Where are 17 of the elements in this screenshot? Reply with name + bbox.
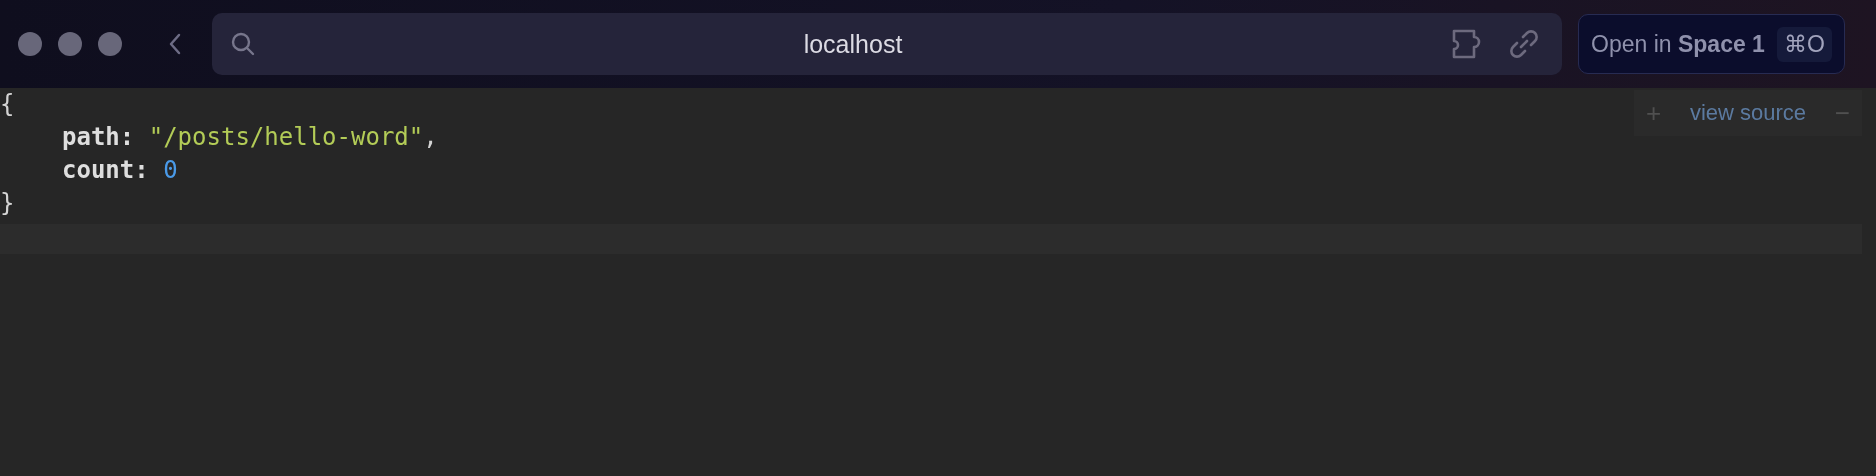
code-line: count: 0 [61, 155, 178, 186]
code-line: path: "/posts/hello-word", [61, 122, 438, 153]
back-icon[interactable] [168, 32, 182, 56]
open-in-space-button[interactable]: Open in Space 1 ⌘O [1578, 14, 1845, 74]
address-text: localhost [802, 29, 904, 59]
link-icon[interactable] [1508, 28, 1540, 60]
address-bar[interactable]: localhost [212, 13, 1562, 75]
code-line: } [0, 188, 15, 219]
search-icon [230, 31, 256, 57]
view-source-link[interactable]: view source [1689, 100, 1807, 126]
window-control-icon[interactable] [18, 32, 42, 56]
window-control-icon[interactable] [98, 32, 122, 56]
code-line: { [0, 89, 15, 120]
shortcut-badge: ⌘O [1776, 26, 1832, 62]
window-control-icon[interactable] [58, 32, 82, 56]
collapse-button[interactable]: − [1830, 97, 1854, 129]
expand-button[interactable]: + [1642, 97, 1666, 129]
